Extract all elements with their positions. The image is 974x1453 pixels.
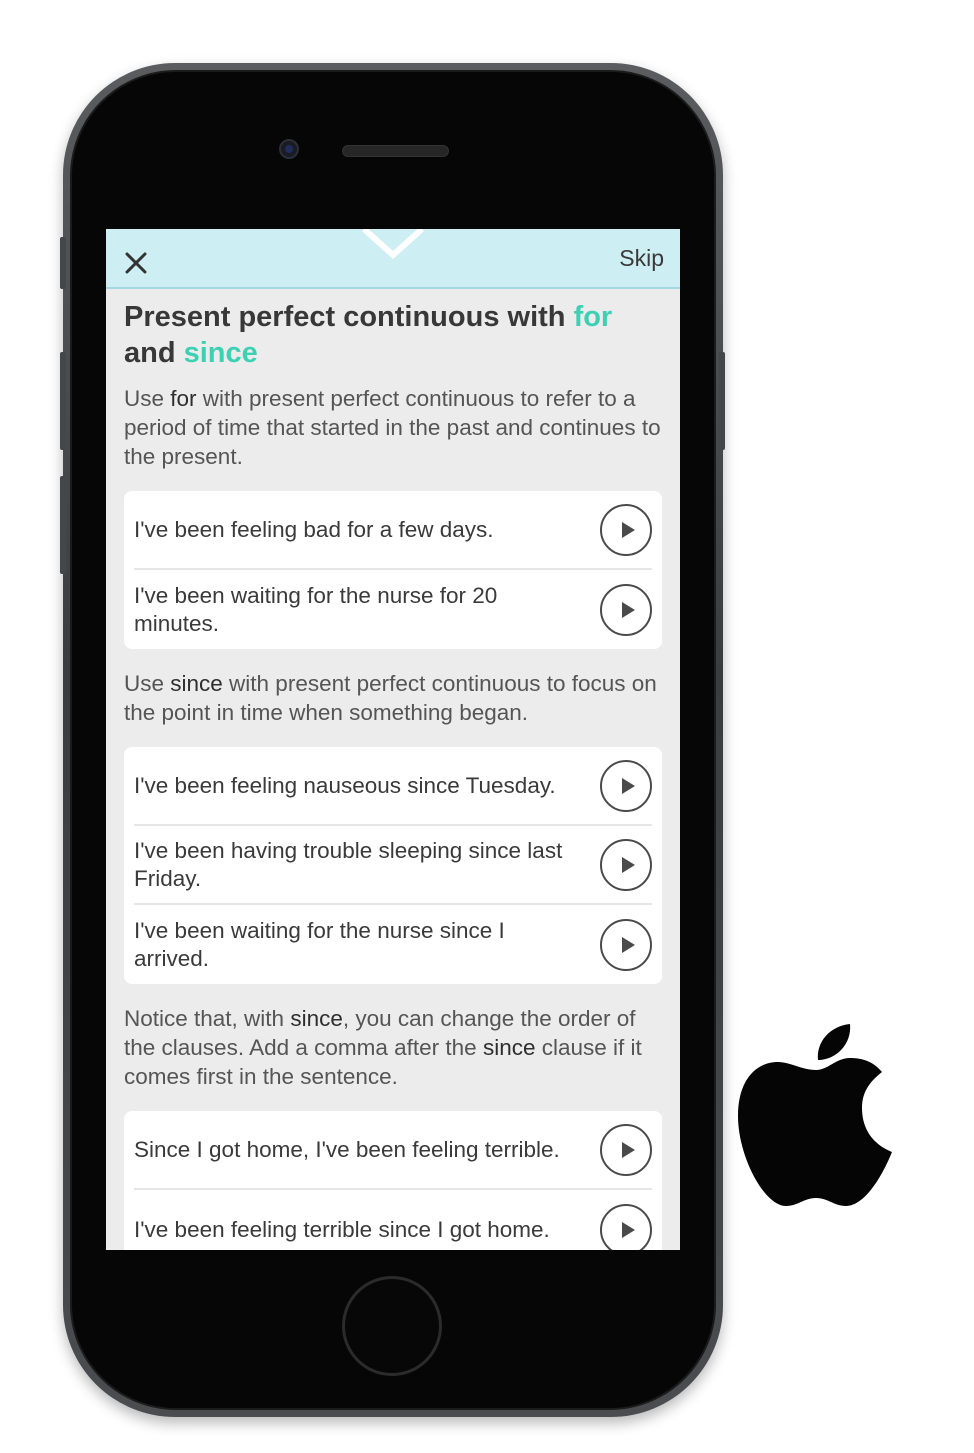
- notice-pre: Notice that, with: [124, 1006, 291, 1031]
- notice-paragraph: Notice that, with since, you can change …: [124, 1004, 662, 1091]
- notice-keyword-2: since: [482, 1035, 536, 1060]
- home-button[interactable]: [342, 1276, 442, 1376]
- lesson-title: Present perfect continuous with for and …: [124, 299, 662, 371]
- title-keyword-for: for: [573, 301, 613, 333]
- earpiece-speaker: [342, 145, 449, 157]
- play-icon[interactable]: [600, 838, 652, 891]
- play-icon[interactable]: [600, 503, 652, 556]
- play-icon[interactable]: [600, 583, 652, 636]
- intro-for-keyword: for: [170, 386, 197, 411]
- power-button: [719, 352, 725, 450]
- volume-down-button: [60, 476, 66, 574]
- close-icon[interactable]: [124, 251, 148, 275]
- skip-button[interactable]: Skip: [619, 245, 664, 272]
- silent-switch: [60, 237, 66, 289]
- example-sentence: Since I got home, I've been feeling terr…: [134, 1136, 560, 1162]
- play-icon[interactable]: [600, 1123, 652, 1176]
- example-row: Since I got home, I've been feeling terr…: [134, 1111, 652, 1190]
- example-sentence: I've been feeling nauseous since Tuesday…: [134, 772, 556, 798]
- example-sentence: I've been waiting for the nurse for 20 m…: [134, 582, 498, 636]
- title-text: Present perfect continuous with: [124, 301, 574, 333]
- intro-for-paragraph: Use for with present perfect continuous …: [124, 384, 662, 471]
- app-screen: Skip Present perfect continuous with for…: [106, 229, 680, 1250]
- example-row: I've been feeling bad for a few days.: [134, 491, 652, 570]
- intro-since-keyword: since: [170, 671, 223, 696]
- play-icon[interactable]: [600, 759, 652, 812]
- example-row: I've been having trouble sleeping since …: [134, 826, 652, 905]
- examples-card-since: I've been feeling nauseous since Tuesday…: [124, 747, 662, 984]
- chevron-down-icon[interactable]: [362, 229, 424, 259]
- title-and: and: [124, 337, 184, 369]
- notice-keyword-1: since: [290, 1006, 343, 1031]
- lesson-content: Present perfect continuous with for and …: [124, 299, 662, 1250]
- example-sentence: I've been feeling terrible since I got h…: [134, 1216, 550, 1242]
- example-sentence: I've been waiting for the nurse since I …: [134, 917, 505, 971]
- examples-card-order: Since I got home, I've been feeling terr…: [124, 1111, 662, 1250]
- play-icon[interactable]: [600, 918, 652, 971]
- intro-since-pre: Use: [124, 671, 171, 696]
- example-row: I've been waiting for the nurse since I …: [134, 905, 652, 984]
- intro-for-pre: Use: [124, 386, 171, 411]
- intro-for-post: with present perfect continuous to refer…: [124, 386, 661, 469]
- example-sentence: I've been feeling bad for a few days.: [134, 516, 494, 542]
- top-bar: Skip: [106, 229, 680, 289]
- play-icon[interactable]: [600, 1203, 652, 1250]
- example-row: I've been feeling terrible since I got h…: [134, 1190, 652, 1250]
- example-row: I've been feeling nauseous since Tuesday…: [134, 747, 652, 826]
- volume-up-button: [60, 352, 66, 450]
- apple-logo-icon: [738, 1024, 892, 1206]
- examples-card-for: I've been feeling bad for a few days. I'…: [124, 491, 662, 649]
- title-keyword-since: since: [183, 337, 258, 369]
- example-sentence: I've been having trouble sleeping since …: [134, 837, 563, 891]
- example-row: I've been waiting for the nurse for 20 m…: [134, 570, 652, 649]
- intro-since-paragraph: Use since with present perfect continuou…: [124, 669, 662, 727]
- front-camera: [279, 139, 299, 159]
